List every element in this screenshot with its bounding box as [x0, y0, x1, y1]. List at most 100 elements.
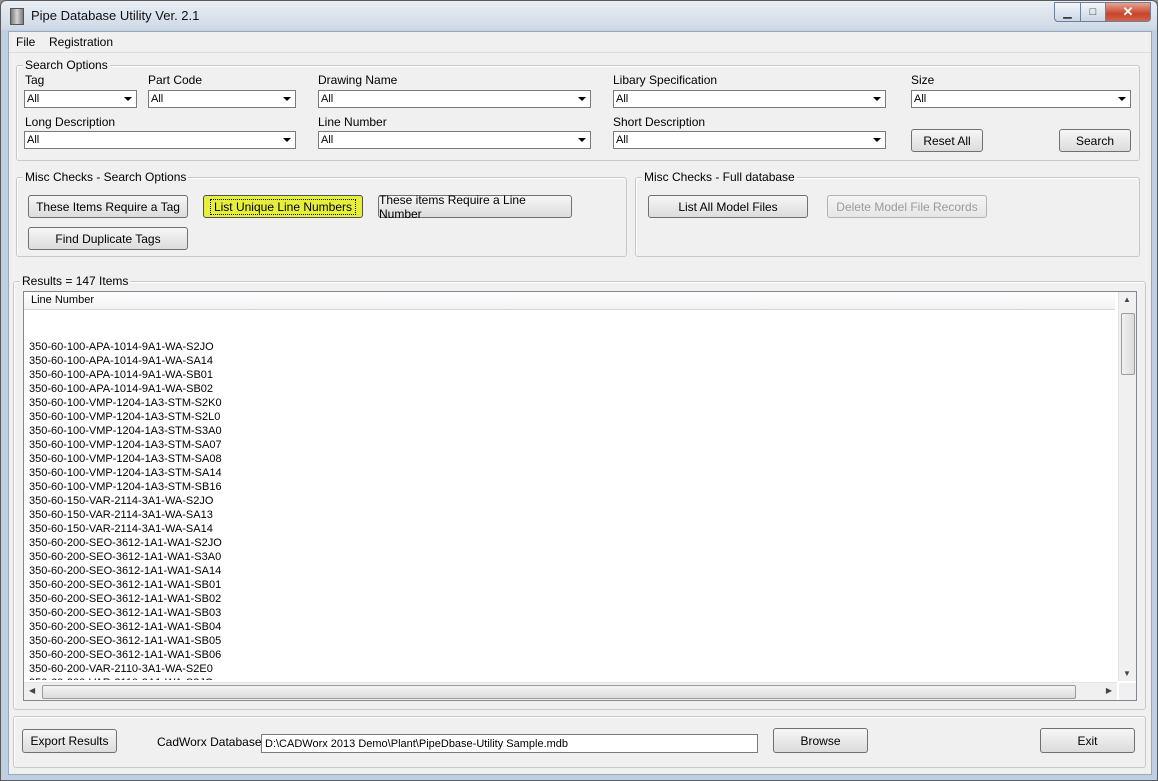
- short-description-label: Short Description: [613, 115, 706, 129]
- list-item[interactable]: 350-60-200-SEO-3612-1A1-WA1-SB05: [29, 634, 1114, 648]
- tag-value: All: [27, 93, 40, 105]
- chevron-down-icon: [870, 92, 884, 106]
- list-item[interactable]: 350-60-200-VAR-2110-3A1-WA-S2JO: [29, 676, 1114, 680]
- list-item[interactable]: 350-60-200-SEO-3612-1A1-WA1-SB04: [29, 620, 1114, 634]
- delete-model-records-button: Delete Model File Records: [827, 195, 987, 218]
- chevron-down-icon: [280, 92, 294, 106]
- menu-registration[interactable]: Registration: [49, 35, 113, 49]
- misc-full-group: Misc Checks - Full database List All Mod…: [635, 170, 1140, 257]
- chevron-down-icon: [870, 133, 884, 147]
- unique-line-numbers-label: List Unique Line Numbers: [209, 198, 357, 215]
- require-tag-button[interactable]: These Items Require a Tag: [28, 195, 188, 218]
- size-value: All: [914, 93, 927, 105]
- title-bar[interactable]: Pipe Database Utility Ver. 2.1 ▁ □ ✕: [1, 1, 1157, 31]
- list-item[interactable]: 350-60-100-VMP-1204-1A3-STM-S2K0: [29, 396, 1114, 410]
- exit-button[interactable]: Exit: [1040, 728, 1135, 753]
- list-item[interactable]: 350-60-150-VAR-2114-3A1-WA-S2JO: [29, 494, 1114, 508]
- list-model-files-button[interactable]: List All Model Files: [648, 195, 808, 218]
- app-window: Pipe Database Utility Ver. 2.1 ▁ □ ✕ Fil…: [0, 0, 1158, 781]
- scroll-right-icon[interactable]: ▶: [1106, 686, 1112, 695]
- vertical-scrollbar[interactable]: ▲ ▼: [1118, 292, 1136, 681]
- misc-full-title: Misc Checks - Full database: [642, 170, 797, 184]
- reset-all-button[interactable]: Reset All: [911, 129, 983, 152]
- long-description-select[interactable]: All: [24, 131, 296, 149]
- scroll-left-icon[interactable]: ◀: [29, 686, 35, 695]
- minimize-button[interactable]: ▁: [1054, 2, 1081, 22]
- menu-bar: File Registration: [9, 32, 1151, 53]
- list-item[interactable]: [29, 326, 1114, 340]
- database-path-field[interactable]: D:\CADWorx 2013 Demo\Plant\PipeDbase-Uti…: [261, 734, 758, 753]
- scroll-down-icon[interactable]: ▼: [1123, 669, 1131, 678]
- list-item[interactable]: 350-60-200-VAR-2110-3A1-WA-S2E0: [29, 662, 1114, 676]
- require-line-number-button[interactable]: These items Require a Line Number: [378, 193, 572, 221]
- part-code-value: All: [151, 93, 164, 105]
- list-item[interactable]: 350-60-100-VMP-1204-1A3-STM-SA14: [29, 466, 1114, 480]
- list-item[interactable]: 350-60-100-VMP-1204-1A3-STM-S3A0: [29, 424, 1114, 438]
- horizontal-scroll-thumb[interactable]: [42, 685, 1076, 699]
- list-item[interactable]: 350-60-100-APA-1014-9A1-WA-SB01: [29, 368, 1114, 382]
- list-item[interactable]: 350-60-100-VMP-1204-1A3-STM-SA08: [29, 452, 1114, 466]
- size-select[interactable]: All: [911, 90, 1131, 108]
- window-title: Pipe Database Utility Ver. 2.1: [31, 8, 200, 23]
- misc-search-title: Misc Checks - Search Options: [23, 170, 189, 184]
- chevron-down-icon: [575, 133, 589, 147]
- list-item[interactable]: 350-60-200-SEO-3612-1A1-WA1-SB01: [29, 578, 1114, 592]
- list-item[interactable]: 350-60-100-APA-1014-9A1-WA-SB02: [29, 382, 1114, 396]
- database-path-value: D:\CADWorx 2013 Demo\Plant\PipeDbase-Uti…: [265, 738, 569, 750]
- line-number-select[interactable]: All: [318, 131, 591, 149]
- client-area: File Registration Search Options Tag All…: [8, 31, 1152, 775]
- list-item[interactable]: 350-60-200-SEO-3612-1A1-WA1-SB02: [29, 592, 1114, 606]
- horizontal-scrollbar[interactable]: ◀ ▶: [24, 682, 1117, 700]
- part-code-label: Part Code: [148, 73, 203, 87]
- list-item[interactable]: 350-60-200-SEO-3612-1A1-WA1-SA14: [29, 564, 1114, 578]
- results-rows: 350-60-100-APA-1014-9A1-WA-S2JO 350-60-10…: [29, 326, 1114, 680]
- search-options-title: Search Options: [23, 58, 110, 72]
- scroll-up-icon[interactable]: ▲: [1123, 295, 1131, 304]
- app-icon: [10, 8, 24, 25]
- line-number-value: All: [321, 134, 334, 146]
- list-item[interactable]: 350-60-100-VMP-1204-1A3-STM-SA07: [29, 438, 1114, 452]
- list-item[interactable]: 350-60-150-VAR-2114-3A1-WA-SA13: [29, 508, 1114, 522]
- list-item[interactable]: 350-60-200-SEO-3612-1A1-WA1-SB06: [29, 648, 1114, 662]
- list-item[interactable]: 350-60-150-VAR-2114-3A1-WA-SA14: [29, 522, 1114, 536]
- database-label: CadWorx Database:: [157, 735, 265, 749]
- list-item[interactable]: 350-60-100-VMP-1204-1A3-STM-S2L0: [29, 410, 1114, 424]
- scroll-corner: [1119, 683, 1136, 700]
- chevron-down-icon: [280, 133, 294, 147]
- menu-file[interactable]: File: [16, 35, 35, 49]
- tag-select[interactable]: All: [24, 90, 137, 108]
- vertical-scroll-thumb[interactable]: [1121, 313, 1135, 375]
- library-spec-label: Libary Specification: [613, 73, 718, 87]
- chevron-down-icon: [1115, 92, 1129, 106]
- drawing-name-label: Drawing Name: [318, 73, 398, 87]
- browse-button[interactable]: Browse: [773, 728, 868, 753]
- window-controls: ▁ □ ✕: [1054, 2, 1151, 22]
- unique-line-numbers-button[interactable]: List Unique Line Numbers: [203, 195, 363, 218]
- drawing-name-select[interactable]: All: [318, 90, 591, 108]
- short-description-value: All: [616, 134, 629, 146]
- results-title: Results = 147 Items: [20, 274, 131, 288]
- find-duplicate-tags-button[interactable]: Find Duplicate Tags: [28, 227, 188, 250]
- long-description-label: Long Description: [25, 115, 116, 129]
- list-item[interactable]: 350-60-100-APA-1014-9A1-WA-S2JO: [29, 340, 1114, 354]
- export-results-button[interactable]: Export Results: [22, 729, 117, 753]
- drawing-name-value: All: [321, 93, 334, 105]
- tag-label: Tag: [25, 73, 45, 87]
- list-item[interactable]: 350-60-200-SEO-3612-1A1-WA1-S2JO: [29, 536, 1114, 550]
- list-item[interactable]: 350-60-100-APA-1014-9A1-WA-SA14: [29, 354, 1114, 368]
- list-item[interactable]: 350-60-200-SEO-3612-1A1-WA1-S3A0: [29, 550, 1114, 564]
- list-item[interactable]: 350-60-200-SEO-3612-1A1-WA1-SB03: [29, 606, 1114, 620]
- chevron-down-icon: [575, 92, 589, 106]
- part-code-select[interactable]: All: [148, 90, 296, 108]
- size-label: Size: [911, 73, 935, 87]
- results-list[interactable]: Line Number 350-60-100-APA-1014-9A1-WA-S…: [23, 291, 1137, 701]
- line-number-label: Line Number: [318, 115, 387, 129]
- maximize-button[interactable]: □: [1081, 2, 1106, 22]
- list-item[interactable]: 350-60-100-VMP-1204-1A3-STM-SB16: [29, 480, 1114, 494]
- library-spec-select[interactable]: All: [613, 90, 886, 108]
- column-header[interactable]: Line Number: [24, 292, 1115, 310]
- close-button[interactable]: ✕: [1106, 2, 1151, 22]
- misc-search-group: Misc Checks - Search Options These Items…: [16, 170, 627, 257]
- short-description-select[interactable]: All: [613, 131, 886, 149]
- search-button[interactable]: Search: [1059, 129, 1131, 152]
